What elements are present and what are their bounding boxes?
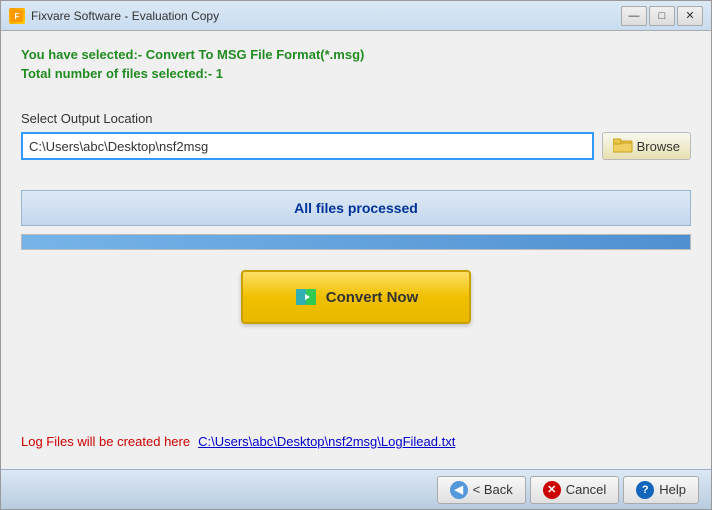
output-location-label: Select Output Location: [21, 111, 691, 126]
content-area: You have selected:- Convert To MSG File …: [1, 31, 711, 469]
app-icon: F: [9, 8, 25, 24]
main-window: F Fixvare Software - Evaluation Copy — □…: [0, 0, 712, 510]
back-icon: ◀: [450, 481, 468, 499]
maximize-button[interactable]: □: [649, 6, 675, 26]
convert-now-label: Convert Now: [326, 289, 419, 306]
help-label: Help: [659, 482, 686, 497]
browse-button[interactable]: Browse: [602, 132, 691, 160]
minimize-button[interactable]: —: [621, 6, 647, 26]
progress-bar: [21, 234, 691, 250]
convert-now-button[interactable]: Convert Now: [241, 270, 471, 324]
close-button[interactable]: ✕: [677, 6, 703, 26]
output-location-row: Browse: [21, 132, 691, 160]
help-icon: ?: [636, 481, 654, 499]
status-text: All files processed: [294, 200, 418, 216]
help-button[interactable]: ? Help: [623, 476, 699, 504]
selected-format-info: You have selected:- Convert To MSG File …: [21, 47, 691, 62]
log-files-label: Log Files will be created here: [21, 434, 190, 449]
status-bar: All files processed: [21, 190, 691, 226]
convert-button-wrapper: Convert Now: [21, 270, 691, 324]
browse-label: Browse: [637, 139, 680, 154]
cancel-label: Cancel: [566, 482, 606, 497]
bottom-toolbar: ◀ < Back ✕ Cancel ? Help: [1, 469, 711, 509]
files-count-info: Total number of files selected:- 1: [21, 66, 691, 81]
window-title: Fixvare Software - Evaluation Copy: [31, 9, 621, 23]
cancel-button[interactable]: ✕ Cancel: [530, 476, 619, 504]
convert-icon: [294, 285, 318, 309]
log-files-line: Log Files will be created here C:\Users\…: [21, 434, 691, 453]
log-file-link[interactable]: C:\Users\abc\Desktop\nsf2msg\LogFilead.t…: [198, 434, 455, 449]
browse-folder-icon: [613, 137, 633, 156]
window-controls: — □ ✕: [621, 6, 703, 26]
cancel-icon: ✕: [543, 481, 561, 499]
back-button[interactable]: ◀ < Back: [437, 476, 526, 504]
output-path-input[interactable]: [21, 132, 594, 160]
back-label: < Back: [473, 482, 513, 497]
progress-fill: [22, 235, 690, 249]
svg-text:F: F: [15, 12, 20, 21]
title-bar: F Fixvare Software - Evaluation Copy — □…: [1, 1, 711, 31]
